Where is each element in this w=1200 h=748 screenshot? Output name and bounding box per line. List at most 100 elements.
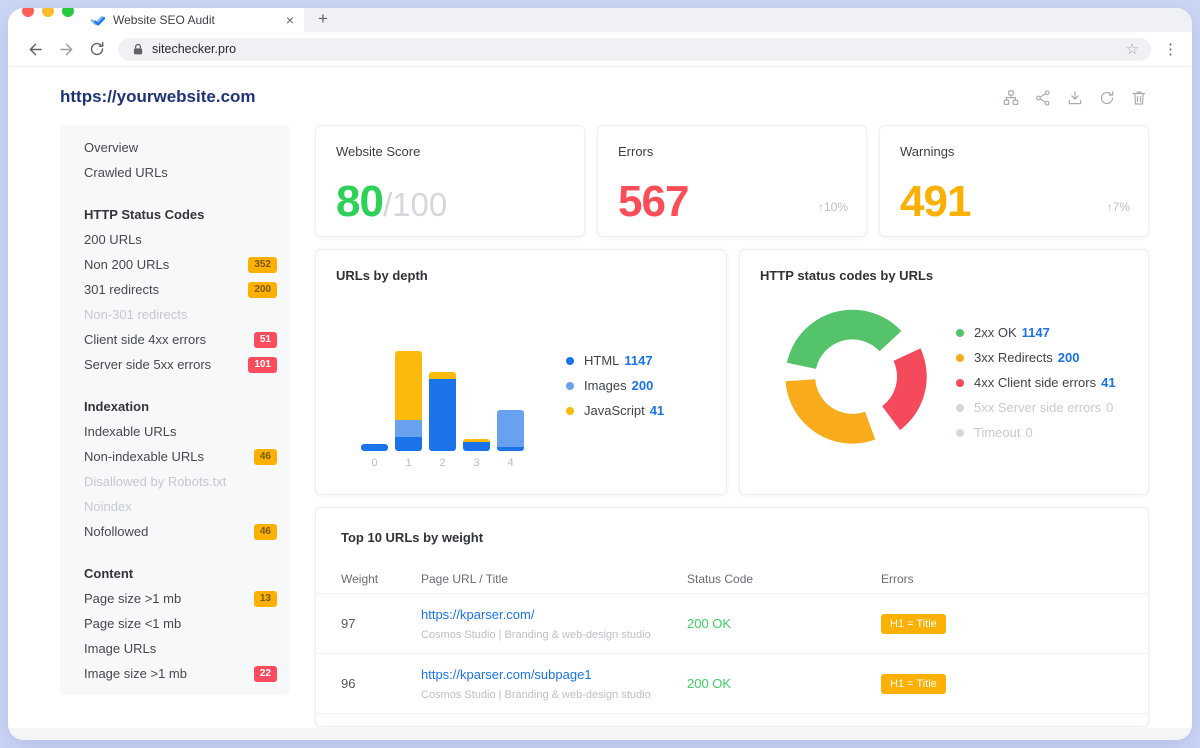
page-url-link[interactable]: https://kparser.com/ (421, 607, 534, 622)
urls-by-depth-chart: 01234 (361, 346, 524, 469)
sidebar-item-indexable-urls[interactable]: Indexable URLs (84, 419, 277, 444)
sidebar-item-label: Non 200 URLs (84, 257, 248, 272)
close-window-button[interactable] (22, 8, 34, 17)
bar-segment-html (497, 447, 524, 451)
page-url-link[interactable]: https://kparser.com/subpage1 (421, 667, 592, 682)
reload-icon[interactable] (88, 40, 106, 58)
stat-label: Errors (618, 144, 846, 159)
bar-segment-images (497, 410, 524, 447)
new-tab-button[interactable]: + (318, 9, 328, 29)
sidebar-item-page-size-1-mb[interactable]: Page size >1 mb13 (84, 586, 277, 611)
back-icon[interactable] (26, 40, 45, 59)
url-bar[interactable]: sitechecker.pro ☆ (118, 38, 1151, 61)
sidebar-item-crawled-urls[interactable]: Crawled URLs (84, 160, 277, 185)
status-code-cell: 200 OK (687, 676, 881, 691)
sidebar-item-non-301-redirects[interactable]: Non-301 redirects (84, 302, 277, 327)
sidebar-item-noindex[interactable]: Noindex (84, 494, 277, 519)
stats-row: Website Score 80/100 Errors 567 ↑10% War… (315, 125, 1149, 237)
sidebar-item-image-size-1-mb[interactable]: Image size >1 mb22 (84, 661, 277, 686)
sidebar-item-non-200-urls[interactable]: Non 200 URLs352 (84, 252, 277, 277)
errors-value: 567 (618, 180, 688, 224)
errors-card: Errors 567 ↑10% (597, 125, 867, 237)
bookmark-star-icon[interactable]: ☆ (1126, 42, 1139, 57)
legend-dot (956, 354, 964, 362)
sidebar-item-200-urls[interactable]: 200 URLs (84, 227, 277, 252)
refresh-icon[interactable] (1098, 89, 1116, 107)
trash-icon[interactable] (1130, 89, 1148, 107)
sidebar-item-image-urls[interactable]: Image URLs (84, 636, 277, 661)
table-header-row: Weight Page URL / Title Status Code Erro… (316, 565, 1148, 594)
table-row: 96https://kparser.com/subpage1Cosmos Stu… (316, 654, 1148, 714)
sidebar-item-label: Non-301 redirects (84, 307, 277, 322)
window-controls (22, 8, 74, 17)
browser-tab[interactable]: Website SEO Audit × (72, 8, 304, 32)
website-score-value: 80/100 (336, 180, 447, 224)
sidebar-item-label: Noindex (84, 499, 277, 514)
count-badge: 51 (254, 332, 277, 348)
sidebar-item-client-side-4xx-errors[interactable]: Client side 4xx errors51 (84, 327, 277, 352)
x-axis-tick: 3 (463, 457, 490, 469)
minimize-window-button[interactable] (42, 8, 54, 17)
browser-menu-icon[interactable]: ⋮ (1163, 40, 1178, 58)
tab-close-icon[interactable]: × (286, 13, 294, 27)
sidebar-item-301-redirects[interactable]: 301 redirects200 (84, 277, 277, 302)
sidebar-item-page-size-1-mb[interactable]: Page size <1 mb (84, 611, 277, 636)
tab-title: Website SEO Audit (113, 13, 286, 27)
legend-value: 41 (650, 403, 664, 418)
bar-segment-javascript (395, 351, 422, 420)
sidebar-item-label: Image URLs (84, 641, 277, 656)
count-badge: 101 (248, 357, 277, 373)
sidebar-item-disallowed-by-robots-txt[interactable]: Disallowed by Robots.txt (84, 469, 277, 494)
page-title-subtext: Cosmos Studio | Branding & web-design st… (421, 689, 687, 701)
legend-value: 200 (1058, 350, 1080, 365)
sidebar-section-header: HTTP Status Codes (84, 202, 277, 227)
sitemap-icon[interactable] (1002, 89, 1020, 107)
bar-depth-1: 1 (395, 346, 422, 469)
sidebar-section: HTTP Status Codes200 URLsNon 200 URLs352… (84, 202, 277, 377)
column-header-url: Page URL / Title (421, 572, 687, 586)
legend-item: Timeout0 (956, 420, 1116, 445)
bar-segment-html (361, 444, 388, 451)
sidebar-section-header: Content (84, 561, 277, 586)
share-icon[interactable] (1034, 89, 1052, 107)
legend-label: JavaScript (584, 403, 645, 418)
bar-depth-0: 0 (361, 346, 388, 469)
count-badge: 352 (248, 257, 277, 273)
error-badge: H1 = Title (881, 614, 946, 634)
warnings-card: Warnings 491 ↑7% (879, 125, 1149, 237)
sidebar-item-server-side-5xx-errors[interactable]: Server side 5xx errors101 (84, 352, 277, 377)
report-sidebar: OverviewCrawled URLs HTTP Status Codes200… (60, 125, 290, 695)
http-status-codes-card: HTTP status codes by URLs 2xx OK11473xx … (739, 249, 1149, 495)
legend-item: JavaScript 41 (566, 398, 664, 423)
x-axis-tick: 0 (361, 457, 388, 469)
column-header-status: Status Code (687, 572, 881, 586)
browser-toolbar: sitechecker.pro ☆ ⋮ (8, 32, 1192, 67)
errors-cell: H1 = Title (881, 674, 1148, 694)
weight-cell: 97 (341, 616, 421, 631)
tab-strip-background (304, 8, 1192, 32)
download-icon[interactable] (1066, 89, 1084, 107)
sidebar-item-nofollowed[interactable]: Nofollowed46 (84, 519, 277, 544)
legend-label: HTML (584, 353, 619, 368)
forward-icon[interactable] (57, 40, 76, 59)
maximize-window-button[interactable] (62, 8, 74, 17)
status-code-cell: 200 OK (687, 616, 881, 631)
sidebar-item-label: Non-indexable URLs (84, 449, 254, 464)
score-denominator: /100 (383, 186, 447, 223)
legend-value: 1147 (624, 353, 652, 368)
column-header-errors: Errors (881, 572, 1148, 586)
legend-dot (956, 329, 964, 337)
bar-segment-html (463, 442, 490, 451)
page-title-subtext: Cosmos Studio | Branding & web-design st… (421, 629, 687, 641)
sidebar-item-overview[interactable]: Overview (84, 135, 277, 160)
x-axis-tick: 1 (395, 457, 422, 469)
legend-dot (566, 382, 574, 390)
legend-dot (956, 404, 964, 412)
bar-segment-html (429, 379, 456, 451)
chart-title: URLs by depth (336, 268, 706, 283)
bar-depth-3: 3 (463, 346, 490, 469)
count-badge: 22 (254, 666, 277, 682)
legend-value: 1147 (1022, 325, 1050, 340)
sidebar-item-non-indexable-urls[interactable]: Non-indexable URLs46 (84, 444, 277, 469)
donut-chart-legend: 2xx OK11473xx Redirects2004xx Client sid… (956, 320, 1116, 445)
